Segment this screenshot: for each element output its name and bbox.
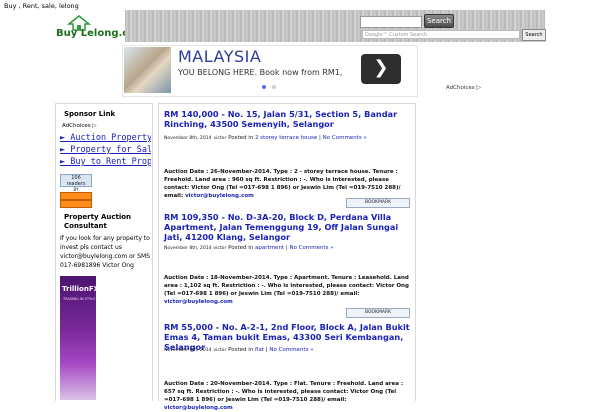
- post-email-link[interactable]: victor@buylelong.com: [164, 299, 233, 305]
- post-meta: November 8th, 2014 victor Posted in flat…: [164, 347, 314, 353]
- post-date: November 8th, 2014: [164, 246, 212, 251]
- post-body-text: Auction Date : 18-November-2014. Type : …: [164, 275, 409, 297]
- post-meta: November 8th, 2014 victor Posted in 2 st…: [164, 135, 367, 141]
- post-body: Auction Date : 18-November-2014. Type : …: [164, 274, 414, 306]
- posted-in-label: Posted in: [228, 245, 254, 251]
- post-title[interactable]: RM 109,350 - No. D-3A-20, Block D, Perda…: [164, 212, 414, 242]
- sidebar-adchoices-label: AdChoices: [62, 123, 91, 129]
- post-comments-link[interactable]: No Comments »: [289, 245, 333, 251]
- post-email-link[interactable]: victor@buylelong.com: [164, 405, 233, 411]
- post-author: victor: [213, 136, 227, 141]
- adchoices-icon: ▷: [476, 84, 482, 91]
- consultant-text: If you look for any property to invest p…: [60, 235, 150, 269]
- custom-search-button[interactable]: Search: [522, 29, 546, 41]
- bookmark-button[interactable]: BOOKMARK: [346, 198, 410, 208]
- ad-carousel-dot[interactable]: [272, 85, 276, 89]
- post-comments-link[interactable]: No Comments »: [323, 135, 367, 141]
- main-content: [158, 103, 416, 401]
- post-author: victor: [213, 246, 227, 251]
- sponsor-link-heading: Sponsor Link: [64, 110, 116, 118]
- post-meta: November 8th, 2014 victor Posted in apar…: [164, 245, 334, 251]
- search-input[interactable]: [360, 16, 422, 28]
- trillionfx-ad[interactable]: [60, 276, 96, 400]
- post-category-link[interactable]: apartment: [255, 245, 284, 251]
- post-body: Auction Date : 20-November-2014. Type : …: [164, 380, 414, 412]
- post-email-link[interactable]: victor@buylelong.com: [185, 193, 254, 199]
- post-body: Auction Date : 26-November-2014. Type : …: [164, 168, 414, 200]
- post-date: November 8th, 2014: [164, 348, 212, 353]
- rss-feed-button[interactable]: [60, 192, 92, 200]
- posted-in-label: Posted in: [228, 135, 254, 141]
- post-title[interactable]: RM 140,000 - No. 15, Jalan 5/31, Section…: [164, 109, 414, 129]
- site-tagline: Buy , Rent, sale, lelong: [4, 2, 79, 10]
- custom-search-input[interactable]: Google™ Custom Search: [362, 30, 520, 39]
- sidebar-link-auction-property[interactable]: ► Auction Property: [60, 133, 151, 143]
- trillionfx-tagline: TRADING IN STYLE: [63, 297, 96, 301]
- logo-text-lelong: Lelong: [80, 28, 119, 39]
- post-category-link[interactable]: 2 storey terrace house: [255, 135, 317, 141]
- ad-carousel-dot-active[interactable]: [262, 85, 266, 89]
- post-category-link[interactable]: flat: [255, 347, 264, 353]
- ad-subtitle[interactable]: YOU BELONG HERE. Book now from RM1,: [178, 68, 363, 88]
- adchoices-link[interactable]: AdChoices ▷: [446, 84, 481, 91]
- post-date: November 8th, 2014: [164, 136, 212, 141]
- adchoices-label: AdChoices: [446, 85, 475, 91]
- ad-image[interactable]: [124, 47, 171, 93]
- posted-in-label: Posted in: [228, 347, 254, 353]
- ad-next-arrow-icon[interactable]: ❯: [361, 54, 401, 84]
- consultant-heading: Property Auction Consultant: [64, 213, 132, 230]
- trillionfx-logo: TrillionFX: [62, 285, 100, 293]
- ad-title[interactable]: MALAYSIA: [178, 47, 261, 66]
- sidebar-adchoices-link[interactable]: AdChoices ▷: [62, 123, 97, 129]
- right-column: [446, 94, 596, 394]
- readers-count: 106 readers: [66, 175, 86, 187]
- post-comments-link[interactable]: No Comments »: [269, 347, 313, 353]
- feedburner-readers-badge[interactable]: 106 readers BY FEEDBURNER: [60, 174, 92, 198]
- adchoices-icon: ▷: [92, 123, 97, 129]
- search-button[interactable]: Search: [424, 14, 454, 28]
- sidebar-link-buy-to-rent[interactable]: ► Buy to Rent Prop: [60, 157, 151, 167]
- bookmark-button[interactable]: BOOKMARK: [346, 308, 410, 318]
- post-author: victor: [213, 348, 227, 353]
- logo-text-buy: Buy: [56, 28, 78, 39]
- sidebar-link-property-for-sale[interactable]: ► Property for Sal: [60, 145, 151, 155]
- rss-subscribe-button[interactable]: [60, 200, 92, 208]
